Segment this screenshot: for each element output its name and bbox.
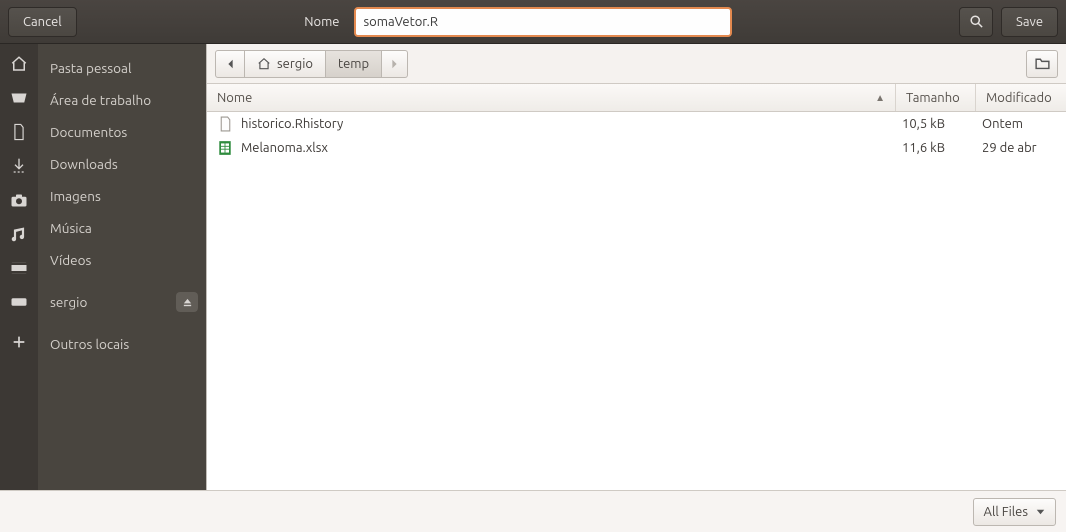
file-size: 11,6 kB	[896, 141, 976, 155]
search-button[interactable]	[959, 7, 993, 37]
file-row[interactable]: Melanoma.xlsx 11,6 kB 29 de abr	[207, 136, 1066, 160]
filename-input[interactable]	[354, 7, 732, 37]
plus-icon	[9, 332, 29, 352]
eject-button[interactable]	[176, 292, 198, 312]
file-name: historico.Rhistory	[241, 117, 343, 131]
sidebar-item-label: Música	[50, 220, 92, 236]
file-size: 10,5 kB	[896, 117, 976, 131]
sidebar-item-home[interactable]: Pasta pessoal	[38, 52, 206, 84]
sidebar-item-pictures[interactable]: Imagens	[38, 180, 206, 212]
text-file-icon	[217, 116, 233, 132]
search-icon	[969, 14, 984, 29]
column-label: Tamanho	[906, 91, 960, 105]
path-segment-home[interactable]: sergio	[244, 50, 326, 78]
music-icon	[9, 224, 29, 244]
column-label: Modificado	[986, 91, 1052, 105]
sidebar-item-label: Pasta pessoal	[50, 60, 132, 76]
column-modified[interactable]: Modificado	[976, 84, 1066, 111]
column-headers: Nome ▲ Tamanho Modificado	[207, 84, 1066, 112]
sidebar-item-label: Downloads	[50, 156, 118, 172]
drive-icon	[9, 292, 29, 312]
filter-label: All Files	[984, 505, 1028, 519]
column-name[interactable]: Nome ▲	[207, 84, 896, 111]
sidebar-item-music[interactable]: Música	[38, 212, 206, 244]
path-bar: sergio temp	[207, 44, 1066, 84]
sidebar-item-downloads[interactable]: Downloads	[38, 148, 206, 180]
sidebar-item-documents[interactable]: Documentos	[38, 116, 206, 148]
sidebar-item-label: Documentos	[50, 124, 127, 140]
sidebar-item-desktop[interactable]: Área de trabalho	[38, 84, 206, 116]
places-sidebar: Pasta pessoal Área de trabalho Documento…	[38, 44, 206, 490]
chevron-down-icon	[1036, 509, 1045, 515]
sidebar-item-label: Imagens	[50, 188, 101, 204]
file-name: Melanoma.xlsx	[241, 141, 328, 155]
file-type-filter[interactable]: All Files	[973, 498, 1056, 526]
path-segment-label: sergio	[277, 57, 313, 71]
home-icon	[9, 54, 29, 74]
filename-label: Nome	[304, 15, 339, 29]
desktop-icon	[9, 88, 29, 108]
sort-asc-icon: ▲	[875, 92, 885, 104]
sidebar-item-label: sergio	[50, 294, 87, 310]
home-icon	[257, 57, 271, 71]
column-size[interactable]: Tamanho	[896, 84, 976, 111]
path-segment-label: temp	[338, 57, 369, 71]
sidebar-item-label: Área de trabalho	[50, 92, 151, 108]
path-forward-button[interactable]	[382, 50, 408, 78]
path-segment-current[interactable]: temp	[326, 50, 382, 78]
video-icon	[9, 258, 29, 278]
document-icon	[9, 122, 29, 142]
sidebar-item-other-locations[interactable]: Outros locais	[38, 328, 206, 360]
download-icon	[9, 156, 29, 176]
file-row[interactable]: historico.Rhistory 10,5 kB Ontem	[207, 112, 1066, 136]
sidebar-item-mount[interactable]: sergio	[38, 286, 206, 318]
path-back-button[interactable]	[215, 50, 245, 78]
file-modified: Ontem	[976, 117, 1066, 131]
spreadsheet-file-icon	[217, 140, 233, 156]
sidebar-item-label: Vídeos	[50, 252, 91, 268]
file-list: historico.Rhistory 10,5 kB Ontem Melanom…	[207, 112, 1066, 490]
sidebar-item-label: Outros locais	[50, 336, 129, 352]
cancel-button[interactable]: Cancel	[8, 7, 77, 37]
sidebar-item-videos[interactable]: Vídeos	[38, 244, 206, 276]
column-label: Nome	[217, 91, 252, 105]
save-button[interactable]: Save	[1001, 7, 1058, 37]
file-modified: 29 de abr	[976, 141, 1066, 155]
launcher-strip	[0, 44, 38, 490]
camera-icon	[9, 190, 29, 210]
new-folder-button[interactable]	[1026, 50, 1058, 78]
